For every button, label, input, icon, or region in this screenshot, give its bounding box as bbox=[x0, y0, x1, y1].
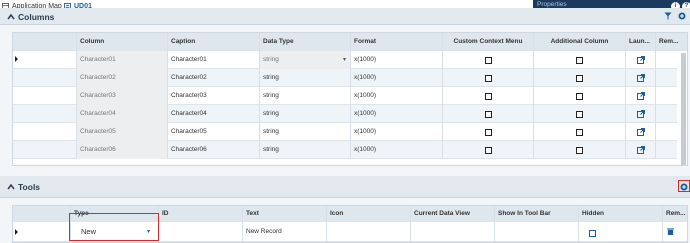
text-cell[interactable]: New Record bbox=[243, 222, 327, 242]
columns-grid: Column Caption Data Type Format Custom C… bbox=[12, 32, 688, 166]
caption-cell[interactable]: Character05 bbox=[168, 123, 260, 141]
header-additional-column[interactable]: Additional Column bbox=[534, 33, 626, 51]
header-custom-context-menu[interactable]: Custom Context Menu bbox=[443, 33, 534, 51]
launch-icon[interactable] bbox=[637, 110, 645, 118]
table-row[interactable]: Character02 Character02 string x(1000) bbox=[13, 69, 677, 87]
header-id[interactable]: ID bbox=[159, 206, 243, 222]
custom-context-menu-checkbox[interactable] bbox=[485, 111, 492, 118]
header-remove[interactable]: Rem... bbox=[656, 33, 687, 51]
launch-icon[interactable] bbox=[637, 128, 645, 136]
launch-icon[interactable] bbox=[637, 56, 645, 64]
header-column[interactable]: Column bbox=[77, 33, 168, 51]
data-type-cell[interactable]: string ▾ bbox=[260, 51, 351, 69]
current-data-view-cell[interactable] bbox=[411, 222, 495, 242]
header-data-type[interactable]: Data Type bbox=[260, 33, 351, 51]
format-cell[interactable]: x(1000) bbox=[351, 123, 443, 141]
type-highlight bbox=[69, 213, 159, 241]
format-cell[interactable]: x(1000) bbox=[351, 105, 443, 123]
additional-column-checkbox[interactable] bbox=[576, 93, 583, 100]
additional-column-checkbox[interactable] bbox=[576, 147, 583, 154]
format-cell[interactable]: x(1000) bbox=[351, 87, 443, 105]
header-launch[interactable]: Laun... bbox=[626, 33, 656, 51]
tools-section-header[interactable]: Tools bbox=[0, 176, 690, 198]
additional-column-checkbox[interactable] bbox=[576, 129, 583, 136]
add-tool-highlight bbox=[678, 180, 690, 192]
custom-context-menu-checkbox[interactable] bbox=[485, 57, 492, 64]
caption-cell[interactable]: Character02 bbox=[168, 69, 260, 87]
column-cell: Character01 bbox=[77, 51, 168, 69]
column-cell: Character06 bbox=[77, 141, 168, 159]
icon-cell[interactable] bbox=[327, 222, 411, 242]
id-cell[interactable] bbox=[159, 222, 243, 242]
filter-icon[interactable] bbox=[664, 12, 672, 20]
data-type-cell[interactable]: string bbox=[260, 123, 351, 141]
vertical-scrollbar[interactable] bbox=[681, 53, 686, 165]
header-format[interactable]: Format bbox=[351, 33, 443, 51]
caption-cell[interactable]: Character04 bbox=[168, 105, 260, 123]
additional-column-checkbox[interactable] bbox=[576, 57, 583, 64]
chevron-up-icon[interactable] bbox=[7, 183, 15, 191]
custom-context-menu-checkbox[interactable] bbox=[485, 147, 492, 154]
columns-section-title: Columns bbox=[18, 12, 55, 22]
launch-icon[interactable] bbox=[637, 92, 645, 100]
caption-cell[interactable]: Character01 bbox=[168, 51, 260, 69]
custom-context-menu-checkbox[interactable] bbox=[485, 93, 492, 100]
format-cell[interactable]: x(1000) bbox=[351, 69, 443, 87]
data-type-value: string bbox=[263, 56, 279, 63]
header-icon[interactable]: Icon bbox=[327, 206, 411, 222]
data-type-cell[interactable]: string bbox=[260, 87, 351, 105]
add-column-icon[interactable] bbox=[678, 12, 686, 20]
header-text[interactable]: Text bbox=[243, 206, 327, 222]
chevron-up-icon[interactable] bbox=[7, 13, 15, 21]
caption-cell[interactable]: Character06 bbox=[168, 141, 260, 159]
show-in-tool-bar-cell[interactable] bbox=[495, 222, 579, 242]
data-type-cell[interactable]: string bbox=[260, 105, 351, 123]
launch-icon[interactable] bbox=[637, 146, 645, 154]
trash-icon[interactable] bbox=[667, 228, 674, 235]
columns-section-header[interactable]: Columns bbox=[0, 8, 690, 25]
column-cell: Character05 bbox=[77, 123, 168, 141]
caption-cell[interactable]: Character03 bbox=[168, 87, 260, 105]
format-cell[interactable]: x(1000) bbox=[351, 51, 443, 69]
table-row[interactable]: Character01 Character01 string ▾ x(1000) bbox=[13, 51, 677, 69]
hidden-checkbox[interactable] bbox=[589, 230, 596, 237]
header-current-data-view[interactable]: Current Data View bbox=[411, 206, 495, 222]
chevron-down-icon[interactable]: ▾ bbox=[343, 51, 346, 69]
column-cell: Character04 bbox=[77, 105, 168, 123]
format-cell[interactable]: x(1000) bbox=[351, 141, 443, 159]
columns-header-row: Column Caption Data Type Format Custom C… bbox=[13, 33, 687, 51]
header-hidden[interactable]: Hidden bbox=[579, 206, 663, 222]
table-row[interactable]: Character05 Character05 string x(1000) bbox=[13, 123, 677, 141]
tools-section-title: Tools bbox=[18, 182, 41, 192]
additional-column-checkbox[interactable] bbox=[576, 111, 583, 118]
column-cell: Character03 bbox=[77, 87, 168, 105]
header-caption[interactable]: Caption bbox=[168, 33, 260, 51]
data-type-cell[interactable]: string bbox=[260, 141, 351, 159]
header-show-in-tool-bar[interactable]: Show In Tool Bar bbox=[495, 206, 579, 222]
table-row[interactable]: Character03 Character03 string x(1000) bbox=[13, 87, 677, 105]
table-row[interactable]: Character04 Character04 string x(1000) bbox=[13, 105, 677, 123]
header-remove[interactable]: Rem... bbox=[663, 206, 687, 222]
additional-column-checkbox[interactable] bbox=[576, 75, 583, 82]
custom-context-menu-checkbox[interactable] bbox=[485, 129, 492, 136]
table-row[interactable]: Character06 Character06 string x(1000) bbox=[13, 141, 677, 159]
column-cell: Character02 bbox=[77, 69, 168, 87]
data-type-cell[interactable]: string bbox=[260, 69, 351, 87]
custom-context-menu-checkbox[interactable] bbox=[485, 75, 492, 82]
launch-icon[interactable] bbox=[637, 74, 645, 82]
